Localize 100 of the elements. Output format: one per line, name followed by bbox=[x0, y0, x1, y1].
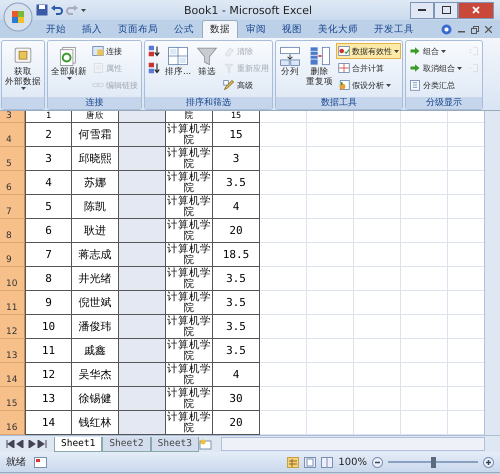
ribbon-button[interactable]: 分列 bbox=[277, 43, 304, 95]
empty-cell bbox=[260, 171, 307, 195]
empty-cell bbox=[307, 267, 354, 291]
window-title: Book1 - Microsoft Excel bbox=[182, 4, 314, 16]
empty-cell bbox=[307, 171, 354, 195]
row-header[interactable]: 12 bbox=[0, 315, 25, 339]
empty-cell bbox=[354, 171, 401, 195]
undo-icon[interactable] bbox=[51, 4, 63, 16]
ribbon-button[interactable]: 高级 bbox=[221, 77, 272, 93]
table-cell: 20 bbox=[213, 219, 260, 243]
caret-icon bbox=[66, 77, 72, 80]
ribbon-tab[interactable]: 公式 bbox=[166, 20, 202, 38]
zoom-slider-thumb[interactable] bbox=[431, 456, 436, 468]
empty-cell bbox=[307, 291, 354, 315]
sort-grid-icon bbox=[167, 45, 190, 67]
ribbon-button[interactable]: 组合 bbox=[407, 43, 464, 59]
row-header[interactable]: 15 bbox=[0, 387, 25, 411]
table-cell: 院 bbox=[166, 111, 213, 123]
empty-cell bbox=[401, 171, 448, 195]
hide-detail-icon bbox=[467, 62, 480, 74]
ribbon-tab[interactable]: 数据 bbox=[202, 20, 238, 38]
row-header[interactable]: 10 bbox=[0, 267, 25, 291]
close-icon[interactable] bbox=[485, 26, 492, 33]
table-cell: 计算机学院 bbox=[166, 339, 213, 363]
row-header[interactable]: 16 bbox=[0, 411, 25, 435]
normal-view-icon[interactable] bbox=[287, 456, 300, 468]
ribbon-button[interactable]: 排序... bbox=[163, 43, 194, 95]
remove-duplicates-icon bbox=[308, 45, 331, 67]
zoom-out-icon[interactable] bbox=[372, 456, 383, 468]
table-cell: 4 bbox=[25, 171, 72, 195]
sheet-tab[interactable]: Sheet1 bbox=[54, 436, 102, 452]
empty-cell bbox=[354, 219, 401, 243]
row-header[interactable]: 14 bbox=[0, 363, 25, 387]
group-label: 分级显示 bbox=[406, 97, 482, 109]
close-button[interactable] bbox=[458, 2, 494, 18]
ribbon-button[interactable]: 假设分析 bbox=[336, 77, 402, 93]
ribbon-tab[interactable]: 页面布局 bbox=[110, 20, 166, 38]
table-cell: 4 bbox=[213, 363, 260, 387]
caret-icon bbox=[81, 8, 86, 12]
empty-cell bbox=[401, 195, 448, 219]
vertical-scrollbar[interactable] bbox=[484, 111, 500, 435]
ribbon-tab[interactable]: 视图 bbox=[274, 20, 310, 38]
table-cell: 7 bbox=[25, 243, 72, 267]
ribbon-button[interactable]: 删除 重复项 bbox=[304, 43, 336, 95]
ribbon-tab[interactable]: 审阅 bbox=[238, 20, 274, 38]
ribbon-icon-button[interactable] bbox=[146, 60, 162, 76]
table-cell: 12 bbox=[25, 363, 72, 387]
ribbon-button[interactable]: 数据有效性 bbox=[336, 43, 402, 59]
ribbon-tab[interactable]: 开发工具 bbox=[366, 20, 422, 38]
row-header[interactable]: 5 bbox=[0, 147, 25, 171]
ribbon-button[interactable]: 筛选 bbox=[194, 43, 220, 95]
ribbon-button[interactable]: 取消组合 bbox=[407, 60, 464, 76]
empty-cell bbox=[401, 123, 448, 147]
caret-icon bbox=[394, 50, 400, 52]
row-header[interactable]: 6 bbox=[0, 171, 25, 195]
table-cell: 计算机学院 bbox=[166, 267, 213, 291]
save-icon[interactable] bbox=[36, 4, 48, 16]
ribbon-button[interactable]: 合并计算 bbox=[336, 60, 402, 76]
row-header[interactable]: 8 bbox=[0, 219, 25, 243]
ribbon-tab[interactable]: 开始 bbox=[38, 20, 74, 38]
ribbon-tab[interactable]: 美化大师 bbox=[310, 20, 366, 38]
minimize-button[interactable] bbox=[410, 2, 434, 18]
zoom-in-icon[interactable] bbox=[483, 456, 494, 468]
restore-icon[interactable] bbox=[471, 26, 479, 34]
split-columns-icon bbox=[279, 45, 302, 67]
table-cell: 计算机学院 bbox=[166, 315, 213, 339]
ribbon-icon-button[interactable] bbox=[146, 43, 162, 59]
table-cell: 计算机学院 bbox=[166, 171, 213, 195]
row-header[interactable]: 9 bbox=[0, 243, 25, 267]
empty-cell bbox=[401, 243, 448, 267]
help-icon[interactable] bbox=[441, 24, 452, 35]
ribbon-button[interactable]: 全部刷新 bbox=[49, 43, 89, 95]
arrow-icon bbox=[409, 45, 422, 57]
row-header[interactable]: 4 bbox=[0, 123, 25, 147]
caret-icon bbox=[457, 66, 462, 70]
ribbon-tab[interactable]: 插入 bbox=[74, 20, 110, 38]
status-text: 就绪 bbox=[6, 456, 26, 469]
empty-cell bbox=[119, 123, 166, 147]
empty-cell bbox=[354, 195, 401, 219]
sheet-tab[interactable]: Sheet2 bbox=[102, 436, 151, 452]
empty-cell bbox=[307, 219, 354, 243]
empty-cell bbox=[401, 315, 448, 339]
page-break-icon[interactable] bbox=[321, 456, 334, 468]
row-header[interactable]: 3 bbox=[0, 111, 25, 123]
office-logo[interactable] bbox=[3, 2, 33, 32]
row-header[interactable]: 11 bbox=[0, 291, 25, 315]
macro-record-icon[interactable] bbox=[34, 456, 47, 468]
row-header[interactable]: 7 bbox=[0, 195, 25, 219]
horizontal-scrollbar[interactable] bbox=[220, 437, 485, 451]
group-label: 排序和筛选 bbox=[145, 97, 272, 109]
empty-cell bbox=[354, 315, 401, 339]
table-cell: 3.5 bbox=[213, 339, 260, 363]
sheet-tab[interactable]: Sheet3 bbox=[150, 436, 199, 452]
row-header[interactable]: 13 bbox=[0, 339, 25, 363]
page-layout-icon[interactable] bbox=[304, 456, 316, 468]
ribbon-button[interactable]: 获取 外部数据 bbox=[3, 43, 43, 95]
ribbon-button[interactable]: 分类汇总 bbox=[407, 77, 464, 93]
maximize-button[interactable] bbox=[434, 2, 458, 18]
ribbon-button[interactable]: 连接 bbox=[90, 43, 140, 59]
new-sheet-icon[interactable] bbox=[198, 438, 213, 450]
